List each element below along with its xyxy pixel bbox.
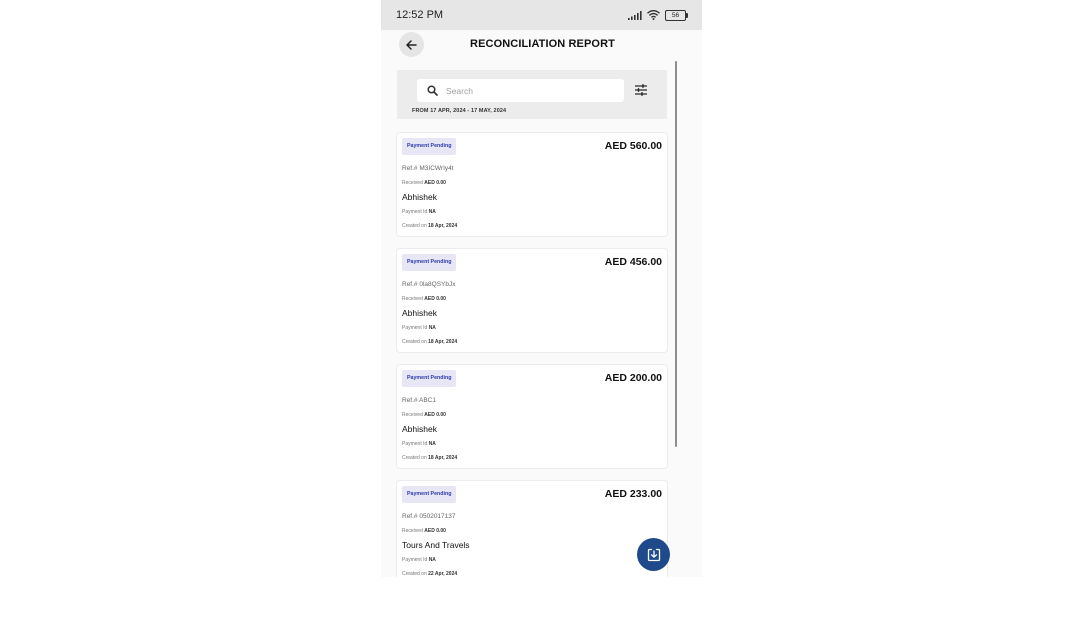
payment-id-value: NA <box>428 209 436 215</box>
created-value: 22 Apr, 2024 <box>428 571 458 577</box>
ref-label: Ref.# <box>402 397 418 404</box>
record-ref: Ref.# ABC1 <box>402 397 436 404</box>
ref-label: Ref.# <box>402 513 418 520</box>
ref-value: M3ICWrIy4t <box>419 165 454 172</box>
received-label: Received <box>402 412 423 418</box>
created-label: Created on <box>402 223 427 229</box>
record-card[interactable]: Payment Pending AED 456.00 Ref.# 0la8QSYbJ… <box>396 248 668 353</box>
payment-id-value: NA <box>428 557 436 563</box>
record-card[interactable]: Payment Pending AED 233.00 Ref.# 050201713… <box>396 480 668 577</box>
app-header: RECONCILIATION REPORT <box>381 30 702 60</box>
status-bar: 12:52 PM 56 <box>381 0 702 30</box>
status-badge: Payment Pending <box>402 254 457 271</box>
received-label: Received <box>402 180 423 186</box>
record-amount: AED 456.00 <box>604 256 662 268</box>
battery-icon: 56 <box>665 9 688 21</box>
status-icons: 56 <box>628 9 688 21</box>
scrollbar[interactable] <box>675 61 677 447</box>
received-value: AED 0.00 <box>424 180 446 186</box>
download-button[interactable] <box>637 538 670 571</box>
record-created: Created on 18 Apr, 2024 <box>402 223 457 229</box>
search-icon <box>427 85 438 96</box>
created-label: Created on <box>402 571 427 577</box>
record-received: Received AED 0.00 <box>402 180 446 186</box>
received-label: Received <box>402 528 423 534</box>
page-title: RECONCILIATION REPORT <box>470 38 615 50</box>
search-input[interactable] <box>446 85 606 96</box>
record-created: Created on 18 Apr, 2024 <box>402 455 457 461</box>
payment-id-value: NA <box>428 325 436 331</box>
payment-id-label: Payment Id <box>402 209 428 215</box>
record-amount: AED 233.00 <box>604 488 662 500</box>
payment-id-label: Payment Id <box>402 557 428 563</box>
payment-id-label: Payment Id <box>402 325 428 331</box>
search-panel: FROM 17 APR, 2024 - 17 MAY, 2024 <box>397 70 667 119</box>
record-payment-id: Payment Id NA <box>402 209 436 215</box>
received-value: AED 0.00 <box>424 296 446 302</box>
record-received: Received AED 0.00 <box>402 528 446 534</box>
record-received: Received AED 0.00 <box>402 412 446 418</box>
created-value: 18 Apr, 2024 <box>428 455 458 461</box>
record-name: Abhishek <box>402 308 437 318</box>
record-amount: AED 560.00 <box>604 140 662 152</box>
ref-value: 0502017137 <box>419 513 456 520</box>
record-name: Tours And Travels <box>402 540 470 550</box>
received-label: Received <box>402 296 423 302</box>
ref-label: Ref.# <box>402 281 418 288</box>
record-card[interactable]: Payment Pending AED 200.00 Ref.# ABC1 Recei… <box>396 364 668 469</box>
sliders-icon[interactable] <box>634 83 648 97</box>
created-label: Created on <box>402 455 427 461</box>
record-name: Abhishek <box>402 424 437 434</box>
created-value: 18 Apr, 2024 <box>428 223 458 229</box>
created-value: 18 Apr, 2024 <box>428 339 458 345</box>
record-payment-id: Payment Id NA <box>402 441 436 447</box>
record-card[interactable]: Payment Pending AED 560.00 Ref.# M3ICWrIy4… <box>396 132 668 237</box>
signal-icon <box>628 10 642 20</box>
created-label: Created on <box>402 339 427 345</box>
report-content: FROM 17 APR, 2024 - 17 MAY, 2024 Payment… <box>381 60 702 577</box>
record-created: Created on 18 Apr, 2024 <box>402 339 457 345</box>
ref-label: Ref.# <box>402 165 418 172</box>
received-value: AED 0.00 <box>424 528 446 534</box>
record-ref: Ref.# 0502017137 <box>402 513 456 520</box>
phone-screen: 12:52 PM 56 RECONCILIATION REPORT Search… <box>381 0 702 577</box>
ref-value: 0la8QSYbJx <box>419 281 456 288</box>
received-value: AED 0.00 <box>424 412 446 418</box>
date-range: FROM 17 APR, 2024 - 17 MAY, 2024 <box>412 108 507 114</box>
payment-id-label: Payment Id <box>402 441 428 447</box>
record-payment-id: Payment Id NA <box>402 557 436 563</box>
status-time: 12:52 PM <box>396 9 444 21</box>
record-amount: AED 200.00 <box>604 372 662 384</box>
download-icon <box>647 548 660 561</box>
ref-value: ABC1 <box>419 397 436 404</box>
record-ref: Ref.# 0la8QSYbJx <box>402 281 456 288</box>
search-box <box>417 79 624 102</box>
record-name: Abhishek <box>402 192 437 202</box>
status-badge: Payment Pending <box>402 486 457 503</box>
record-payment-id: Payment Id NA <box>402 325 436 331</box>
record-ref: Ref.# M3ICWrIy4t <box>402 165 454 172</box>
status-badge: Payment Pending <box>402 370 457 387</box>
payment-id-value: NA <box>428 441 436 447</box>
status-badge: Payment Pending <box>402 138 457 155</box>
record-received: Received AED 0.00 <box>402 296 446 302</box>
record-created: Created on 22 Apr, 2024 <box>402 571 457 577</box>
wifi-icon <box>647 10 660 20</box>
